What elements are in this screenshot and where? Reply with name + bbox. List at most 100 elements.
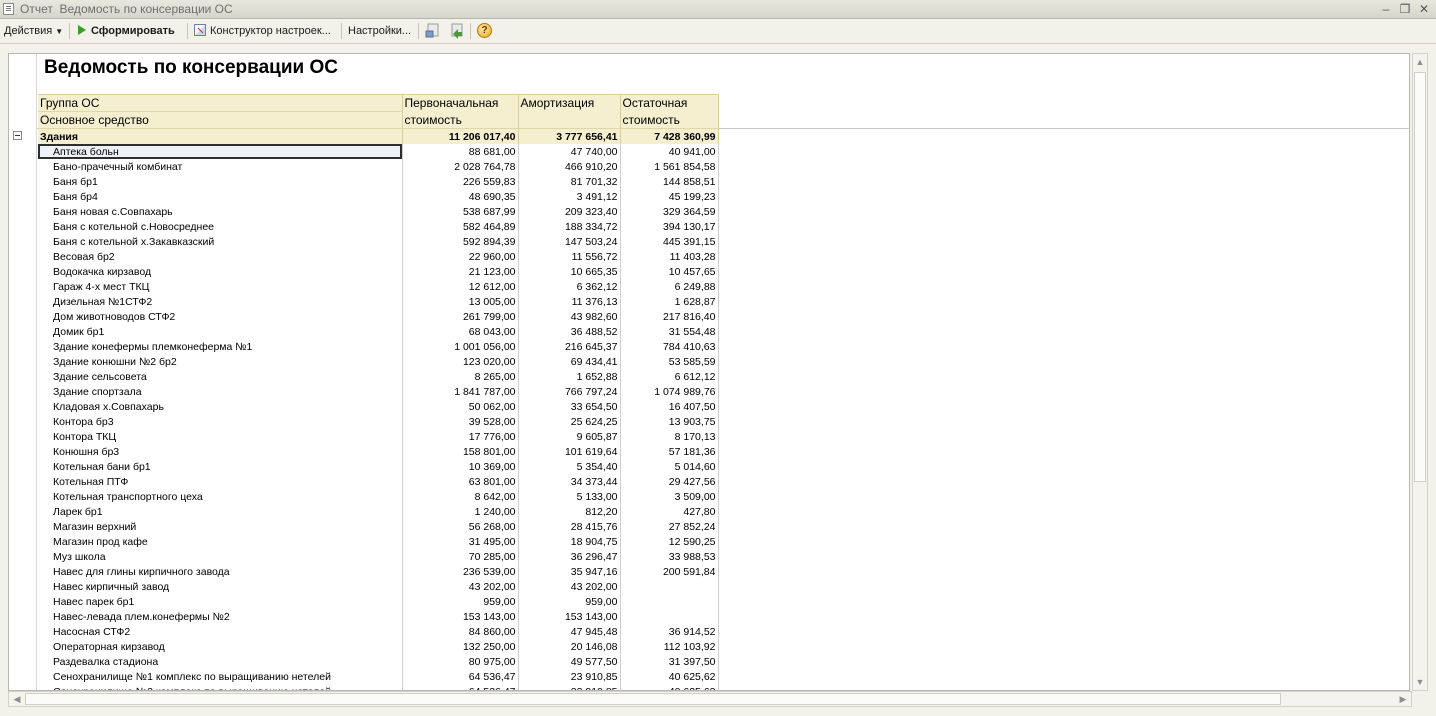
amortization: 47 945,48 — [518, 624, 621, 639]
settings-button[interactable]: Настройки... — [348, 23, 411, 39]
amortization: 10 665,35 — [518, 264, 621, 279]
scroll-down-icon[interactable]: ▼ — [1413, 674, 1427, 690]
table-row[interactable]: Навес для глины кирпичного завода 236 539… — [38, 564, 719, 579]
restore-button[interactable]: ❐ — [1397, 1, 1413, 17]
vertical-scrollbar[interactable]: ▲ ▼ — [1412, 53, 1428, 691]
table-row[interactable]: Сенохранилище №2 комплекс по выращиванию… — [38, 684, 719, 690]
residual-cost: 144 858,51 — [620, 174, 719, 189]
header-residual-line1: Остаточная — [620, 94, 719, 112]
table-row[interactable]: Домик бр1 68 043,00 36 488,52 31 554,48 — [38, 324, 719, 339]
initial-cost: 1 001 056,00 — [402, 339, 519, 354]
header-group: Группа ОС — [38, 94, 403, 112]
table-row[interactable]: Здание конефермы племконеферма №1 1 001 0… — [38, 339, 719, 354]
table-row[interactable]: Здание конюшни №2 бр2 123 020,00 69 434,41… — [38, 354, 719, 369]
report-sheet[interactable]: Ведомость по консервации ОС Группа ОС Пе… — [8, 53, 1410, 691]
scroll-right-icon[interactable]: ▶ — [1395, 692, 1411, 706]
vertical-scroll-thumb[interactable] — [1414, 72, 1426, 482]
table-row[interactable]: Навес-левада плем.конефермы №2 153 143,00… — [38, 609, 719, 624]
table-row[interactable]: Баня бр1 226 559,83 81 701,32 144 858,51 — [38, 174, 719, 189]
table-row[interactable]: Дизельная №1СТФ2 13 005,00 11 376,13 1 628,… — [38, 294, 719, 309]
table-row[interactable]: Бано-прачечный комбинат 2 028 764,78 466 9… — [38, 159, 719, 174]
table-row[interactable]: Ларек бр1 1 240,00 812,20 427,80 — [38, 504, 719, 519]
table-row[interactable]: Здание спортзала 1 841 787,00 766 797,24 1 … — [38, 384, 719, 399]
asset-name: Гараж 4-х мест ТКЦ — [38, 279, 403, 294]
collapse-group-icon[interactable] — [13, 131, 22, 140]
table-row[interactable]: Навес парек бр1 959,00 959,00 — [38, 594, 719, 609]
settings-constructor-button[interactable]: Конструктор настроек... — [194, 23, 331, 39]
table-row[interactable]: Баня с котельной с.Новосреднее 582 464,89… — [38, 219, 719, 234]
table-row[interactable]: Кладовая х.Совпахарь 50 062,00 33 654,50 16… — [38, 399, 719, 414]
table-row[interactable]: Здание сельсовета 8 265,00 1 652,88 6 612,1… — [38, 369, 719, 384]
table-row[interactable]: Весовая бр2 22 960,00 11 556,72 11 403,28 — [38, 249, 719, 264]
amortization: 36 296,47 — [518, 549, 621, 564]
asset-name: Навес-левада плем.конефермы №2 — [38, 609, 403, 624]
asset-name: Аптека больн — [38, 144, 403, 159]
initial-cost: 582 464,89 — [402, 219, 519, 234]
residual-cost: 3 509,00 — [620, 489, 719, 504]
scroll-left-icon[interactable]: ◀ — [9, 692, 25, 706]
scroll-up-icon[interactable]: ▲ — [1413, 54, 1427, 70]
initial-cost: 1 841 787,00 — [402, 384, 519, 399]
table-row[interactable]: Магазин прод кафе 31 495,00 18 904,75 12 59… — [38, 534, 719, 549]
initial-cost: 80 975,00 — [402, 654, 519, 669]
minimize-button[interactable]: – — [1378, 1, 1394, 17]
amortization: 188 334,72 — [518, 219, 621, 234]
help-icon[interactable]: ? — [477, 23, 492, 38]
report-table: Группа ОС Первоначальная Амортизация Ост… — [38, 94, 719, 690]
residual-cost: 16 407,50 — [620, 399, 719, 414]
table-row[interactable]: Гараж 4-х мест ТКЦ 12 612,00 6 362,12 6 249… — [38, 279, 719, 294]
initial-cost: 236 539,00 — [402, 564, 519, 579]
window-titlebar: Отчет Ведомость по консервации ОС – ❐ ✕ — [0, 0, 1436, 19]
table-row[interactable]: Баня новая с.Совпахарь 538 687,99 209 323,… — [38, 204, 719, 219]
table-row[interactable]: Магазин верхний 56 268,00 28 415,76 27 852,… — [38, 519, 719, 534]
residual-cost: 11 403,28 — [620, 249, 719, 264]
initial-cost: 84 860,00 — [402, 624, 519, 639]
table-row[interactable]: Конюшня бр3 158 801,00 101 619,64 57 181,36 — [38, 444, 719, 459]
table-row[interactable]: Муз школа 70 285,00 36 296,47 33 988,53 — [38, 549, 719, 564]
amortization: 1 652,88 — [518, 369, 621, 384]
asset-name: Баня новая с.Совпахарь — [38, 204, 403, 219]
residual-cost: 29 427,56 — [620, 474, 719, 489]
table-row[interactable]: Котельная бани бр1 10 369,00 5 354,40 5 014… — [38, 459, 719, 474]
actions-menu-label: Действия — [4, 25, 53, 37]
horizontal-scroll-thumb[interactable] — [25, 693, 1281, 705]
table-row[interactable]: Контора ТКЦ 17 776,00 9 605,87 8 170,13 — [38, 429, 719, 444]
header-initial-cost-line2: стоимость — [402, 111, 519, 129]
actions-menu[interactable]: Действия ▼ — [4, 23, 63, 39]
initial-cost: 158 801,00 — [402, 444, 519, 459]
table-row[interactable]: Раздевалка стадиона 80 975,00 49 577,50 31 … — [38, 654, 719, 669]
horizontal-scrollbar[interactable]: ◀ ▶ — [8, 691, 1412, 707]
initial-cost: 17 776,00 — [402, 429, 519, 444]
initial-cost: 63 801,00 — [402, 474, 519, 489]
initial-cost: 8 265,00 — [402, 369, 519, 384]
initial-cost: 56 268,00 — [402, 519, 519, 534]
amortization: 18 904,75 — [518, 534, 621, 549]
table-row[interactable]: Котельная ПТФ 63 801,00 34 373,44 29 427,56 — [38, 474, 719, 489]
asset-name: Операторная кирзавод — [38, 639, 403, 654]
table-row[interactable]: Баня бр4 48 690,35 3 491,12 45 199,23 — [38, 189, 719, 204]
amortization: 23 910,85 — [518, 684, 621, 690]
residual-cost: 33 988,53 — [620, 549, 719, 564]
initial-cost: 538 687,99 — [402, 204, 519, 219]
generate-button[interactable]: Сформировать — [78, 23, 175, 39]
residual-cost: 1 561 854,58 — [620, 159, 719, 174]
residual-cost: 217 816,40 — [620, 309, 719, 324]
table-row[interactable]: Аптека больн 88 681,00 47 740,00 40 941,00 — [38, 144, 719, 159]
table-row[interactable]: Водокачка кирзавод 21 123,00 10 665,35 10 4… — [38, 264, 719, 279]
group-row[interactable]: Здания 11 206 017,40 3 777 656,41 7 428 … — [38, 128, 719, 144]
close-button[interactable]: ✕ — [1416, 1, 1432, 17]
restore-report-icon[interactable] — [449, 23, 465, 39]
table-row[interactable]: Дом животноводов СТФ2 261 799,00 43 982,60… — [38, 309, 719, 324]
residual-cost: 1 628,87 — [620, 294, 719, 309]
table-row[interactable]: Контора бр3 39 528,00 25 624,25 13 903,75 — [38, 414, 719, 429]
table-row[interactable]: Навес кирпичный завод 43 202,00 43 202,00 — [38, 579, 719, 594]
table-row[interactable]: Баня с котельной х.Закавказский 592 894,3… — [38, 234, 719, 249]
table-row[interactable]: Котельная транспортного цеха 8 642,00 5 13… — [38, 489, 719, 504]
table-row[interactable]: Операторная кирзавод 132 250,00 20 146,08 1… — [38, 639, 719, 654]
residual-cost: 36 914,52 — [620, 624, 719, 639]
initial-cost: 43 202,00 — [402, 579, 519, 594]
table-row[interactable]: Насосная СТФ2 84 860,00 47 945,48 36 914,52 — [38, 624, 719, 639]
group-name: Здания — [38, 128, 403, 144]
table-row[interactable]: Сенохранилище №1 комплекс по выращиванию… — [38, 669, 719, 684]
save-report-icon[interactable] — [425, 23, 441, 39]
